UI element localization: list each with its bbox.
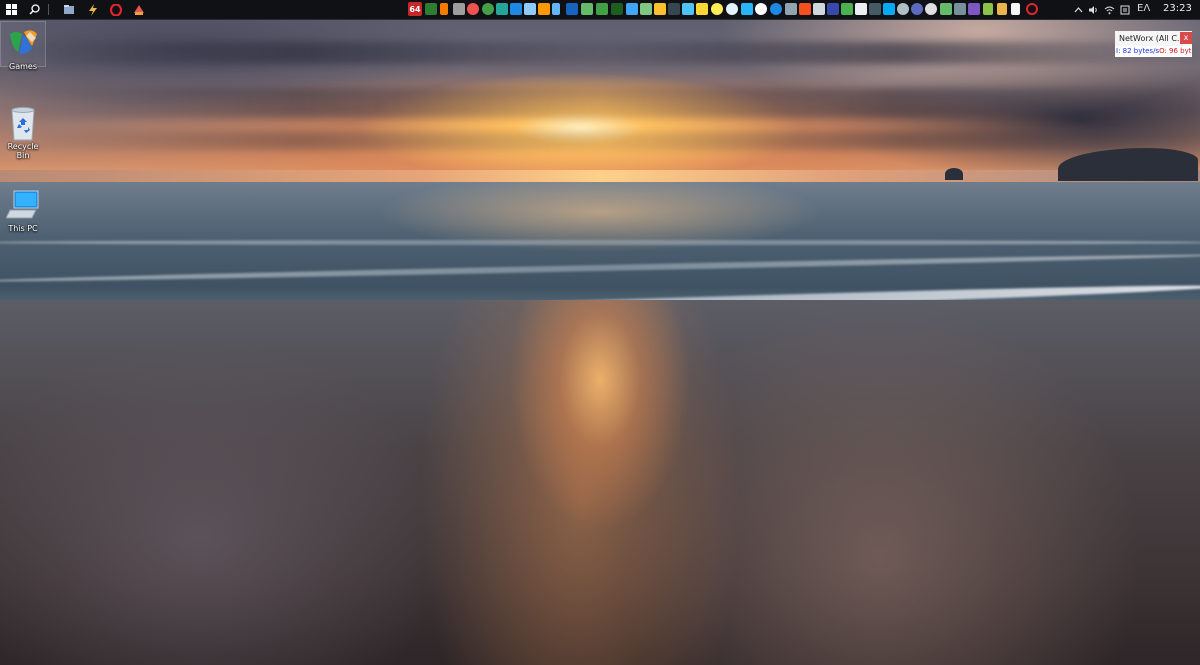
tray-app-icon[interactable] [581, 3, 593, 15]
tray-app-icon[interactable] [869, 3, 881, 15]
tray-app-icon[interactable] [654, 3, 666, 15]
tray-app-icon[interactable] [983, 3, 993, 15]
this-pc-icon [5, 188, 40, 222]
desktop-icon-games[interactable]: Games [0, 26, 46, 71]
taskbar-app-winamp[interactable] [84, 1, 101, 18]
tray-app-icon[interactable] [911, 3, 923, 15]
tray-app-icon[interactable] [841, 3, 853, 15]
desktop-icon-recycle-bin[interactable]: Recycle Bin [0, 106, 46, 160]
tray-app-icon[interactable] [453, 3, 465, 15]
tray-app-icon[interactable] [626, 3, 638, 15]
desktop-icon-this-pc[interactable]: This PC [0, 188, 46, 233]
search-button[interactable] [26, 1, 43, 18]
lightning-icon [88, 3, 97, 16]
networx-title: NetWorx (All C... [1119, 34, 1185, 43]
wallpaper-cloud [0, 42, 1200, 64]
taskbar-app-brave[interactable] [130, 1, 147, 18]
close-button[interactable]: x [1180, 32, 1192, 44]
tray-app-icon[interactable] [770, 3, 782, 15]
tray-app-icon[interactable] [755, 3, 767, 15]
app-icon [133, 4, 144, 15]
tray-app-icon[interactable] [440, 3, 448, 15]
desktop-icon-label: Recycle Bin [7, 142, 39, 160]
tray-app-icon[interactable] [855, 3, 867, 15]
taskbar-app-explorer[interactable] [60, 1, 77, 18]
volume-icon [1089, 5, 1097, 14]
tray-app-icon[interactable] [611, 3, 623, 15]
tray-app-icon[interactable] [711, 3, 723, 15]
tray-app-icon[interactable] [538, 3, 550, 15]
tray-app-icon[interactable] [696, 3, 708, 15]
wallpaper-wet-sand [0, 300, 1200, 665]
tray-app-icon[interactable] [425, 3, 437, 15]
taskbar: 64 ΕΛ 23:23 [0, 0, 1200, 20]
wallpaper-rock [945, 168, 963, 180]
tray-app-icon[interactable] [668, 3, 680, 15]
tray-app-icon[interactable] [954, 3, 966, 15]
tray-app-icon[interactable] [883, 3, 895, 15]
desktop-icon-label: Games [9, 62, 37, 71]
tray-app-icon[interactable] [997, 3, 1007, 15]
tray-app-icon[interactable] [940, 3, 952, 15]
tray-app-icon[interactable] [510, 3, 522, 15]
volume-button[interactable] [1085, 1, 1102, 18]
tray-app-icon[interactable] [552, 3, 560, 15]
opera-icon[interactable] [1026, 3, 1038, 15]
tray-app-icon[interactable] [925, 3, 937, 15]
tray-app-icon[interactable] [741, 3, 753, 15]
tray-app-icon[interactable] [785, 3, 797, 15]
wallpaper-cloud [0, 132, 1200, 150]
outgoing-rate: O: 96 bytes/s [1159, 47, 1192, 55]
tray-app-icon[interactable] [1011, 3, 1020, 15]
tray-app-icon[interactable] [827, 3, 839, 15]
language-indicator[interactable]: ΕΛ [1137, 3, 1150, 14]
chevron-up-icon [1074, 7, 1083, 13]
tray-app-icon[interactable] [467, 3, 479, 15]
tray-app-icon[interactable] [524, 3, 536, 15]
tray-app-icon[interactable] [897, 3, 909, 15]
tray-app-icon[interactable] [566, 3, 578, 15]
tray-app-icon[interactable] [640, 3, 652, 15]
tray-app-icon[interactable] [968, 3, 980, 15]
taskbar-separator [48, 4, 49, 15]
desktop-icon-label: This PC [8, 224, 38, 233]
tray-app-icon[interactable] [726, 3, 738, 15]
taskbar-app-opera[interactable] [107, 1, 124, 18]
networx-title-bar[interactable]: NetWorx (All C... x [1115, 31, 1192, 46]
opera-icon [109, 3, 122, 16]
incoming-rate: I: 82 bytes/s [1116, 47, 1160, 55]
action-center-button[interactable] [1116, 1, 1133, 18]
recycle-bin-icon [6, 106, 40, 141]
taskbar-clock[interactable]: 23:23 [1163, 3, 1192, 14]
games-icon [6, 26, 40, 60]
action-center-icon [1120, 5, 1129, 14]
windows-logo-icon [6, 4, 17, 15]
tray-app-icon[interactable] [596, 3, 608, 15]
tray-app-icon[interactable] [482, 3, 494, 15]
wallpaper-cloud [0, 88, 1200, 118]
start-button[interactable] [3, 1, 20, 18]
wifi-icon [1104, 6, 1115, 14]
wallpaper-foam [0, 240, 1200, 245]
notification-badge[interactable]: 64 [408, 2, 422, 16]
desktop-wallpaper [0, 0, 1200, 665]
tray-app-icon[interactable] [799, 3, 811, 15]
search-icon [29, 4, 40, 15]
file-explorer-icon [63, 5, 74, 14]
close-icon: x [1183, 33, 1189, 42]
networx-widget[interactable]: NetWorx (All C... x I: 82 bytes/sO: 96 b… [1115, 31, 1192, 61]
tray-app-icon[interactable] [682, 3, 694, 15]
networx-rates: I: 82 bytes/sO: 96 bytes/s [1115, 46, 1192, 57]
tray-app-icon[interactable] [813, 3, 825, 15]
tray-app-icon[interactable] [496, 3, 508, 15]
